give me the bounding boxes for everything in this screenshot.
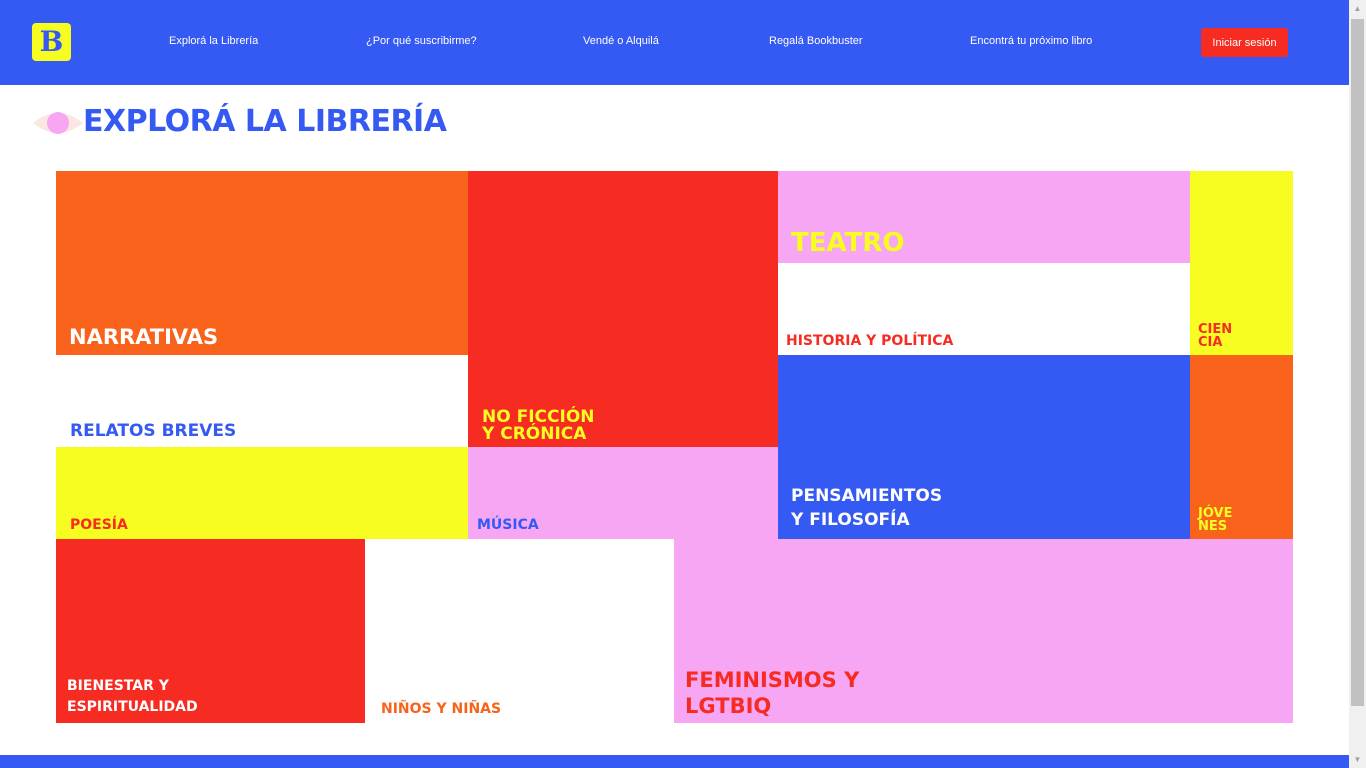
category-feminismos-y-lgtbiq[interactable]: FEMINISMOS Y LGTBIQ	[674, 539, 1293, 723]
category-label: POESÍA	[70, 516, 128, 533]
category-jovenes[interactable]: JÓVE NES	[1190, 355, 1293, 539]
category-relatos-breves[interactable]: RELATOS BREVES	[56, 355, 468, 447]
category-no-ficcion-y-cronica[interactable]: NO FICCIÓN Y CRÓNICA	[468, 171, 778, 447]
category-label: HISTORIA Y POLÍTICA	[786, 332, 954, 349]
nav-vende-o-alquila[interactable]: Vendé o Alquilá	[583, 35, 659, 47]
category-label: RELATOS BREVES	[70, 421, 237, 442]
category-label: MÚSICA	[477, 516, 539, 533]
eye-icon	[33, 112, 83, 134]
category-poesia[interactable]: POESÍA	[56, 447, 468, 539]
nav-encontra-proximo-libro[interactable]: Encontrá tu próximo libro	[970, 35, 1092, 47]
category-historia-y-politica[interactable]: HISTORIA Y POLÍTICA	[778, 263, 1190, 355]
login-button[interactable]: Iniciar sesión	[1201, 28, 1288, 57]
bookbuster-logo[interactable]: B	[32, 23, 71, 61]
category-label: NO FICCIÓN Y CRÓNICA	[482, 407, 595, 444]
scroll-down-icon[interactable]: ▼	[1349, 751, 1366, 768]
footer-bar	[0, 755, 1349, 768]
category-ciencia[interactable]: CIEN CIA	[1190, 171, 1293, 355]
category-label: PENSAMIENTOS Y FILOSOFÍA	[791, 486, 943, 531]
category-musica[interactable]: MÚSICA	[468, 447, 778, 539]
category-narrativas[interactable]: NARRATIVAS	[56, 171, 468, 355]
logo-letter: B	[39, 25, 64, 58]
scrollbar-thumb[interactable]	[1351, 19, 1364, 706]
category-label: NIÑOS Y NIÑAS	[381, 700, 502, 717]
category-label: NARRATIVAS	[69, 324, 219, 349]
category-label: BIENESTAR Y ESPIRITUALIDAD	[67, 678, 198, 715]
category-label: FEMINISMOS Y LGTBIQ	[685, 667, 860, 718]
page-title: EXPLORÁ LA LIBRERÍA	[83, 104, 447, 139]
nav-regala-bookbuster[interactable]: Regalá Bookbuster	[769, 35, 863, 47]
top-navigation-bar: B Explorá la Librería ¿Por qué suscribir…	[0, 0, 1349, 85]
category-pensamientos-y-filosofia[interactable]: PENSAMIENTOS Y FILOSOFÍA	[778, 355, 1190, 539]
scroll-up-icon[interactable]: ▲	[1349, 0, 1366, 17]
category-label: JÓVE NES	[1198, 506, 1233, 534]
category-label: CIEN CIA	[1198, 322, 1233, 350]
nav-explora-libreria[interactable]: Explorá la Librería	[169, 35, 258, 47]
nav-por-que-suscribirme[interactable]: ¿Por qué suscribirme?	[366, 35, 477, 47]
category-teatro[interactable]: TEATRO	[778, 171, 1190, 263]
category-bienestar-y-espiritualidad[interactable]: BIENESTAR Y ESPIRITUALIDAD	[56, 539, 365, 723]
category-label: TEATRO	[791, 228, 905, 258]
category-ninos-y-ninas[interactable]: NIÑOS Y NIÑAS	[365, 539, 674, 723]
